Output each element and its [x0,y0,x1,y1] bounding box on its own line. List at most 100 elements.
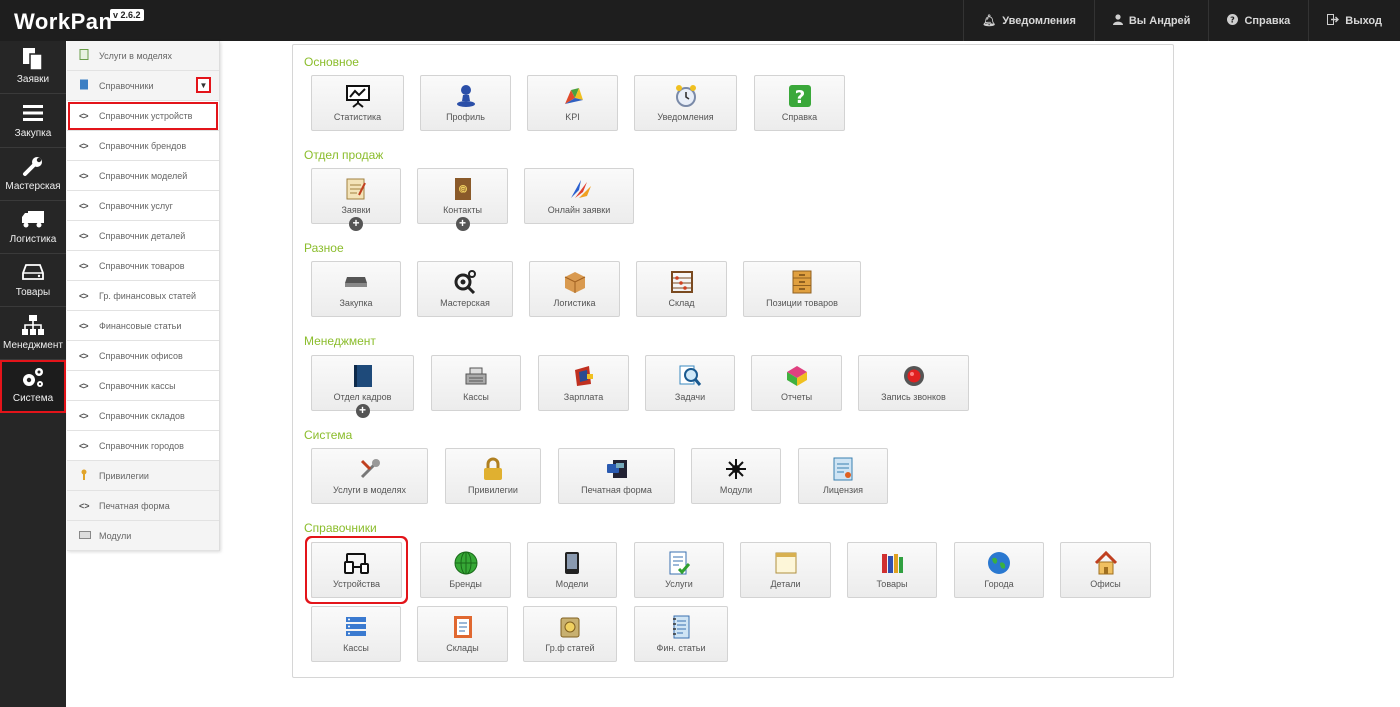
section-title-directories: Справочники [304,521,377,535]
tile-contacts[interactable]: @ Контакты + [417,168,508,231]
submenu-item-privileges[interactable]: Привилегии [67,461,219,491]
logout-icon [1327,13,1340,28]
tile-models[interactable]: Модели [527,542,617,598]
tile-online-requests[interactable]: Онлайн заявки [524,168,634,224]
notifications-link[interactable]: 🔔︎ Уведомления [963,0,1094,41]
tile-salary[interactable]: Зарплата [538,355,629,411]
submenu-item-warehouses-directory[interactable]: <> Справочник складов [67,401,219,431]
tile-cities[interactable]: Города [954,542,1044,598]
blue-book-icon [312,364,413,388]
submenu-item-services-directory[interactable]: <> Справочник услуг [67,191,219,221]
user-icon [1112,13,1123,28]
submenu-item-goods-directory[interactable]: <> Справочник товаров [67,251,219,281]
tile-help[interactable]: ? Справка [754,75,845,131]
sidebar-item-workshop[interactable]: Мастерская [0,148,66,201]
tile-statistics[interactable]: Статистика [311,75,404,131]
sidebar-item-management[interactable]: Менеджмент [0,307,66,360]
submenu-item-services-in-models[interactable]: Услуги в моделях [67,41,219,71]
tile-modules[interactable]: Модули [691,448,781,504]
help-question-icon: ? [755,84,844,108]
tile-print-form[interactable]: Печатная форма [558,448,675,504]
submenu-item-offices-directory[interactable]: <> Справочник офисов [67,341,219,371]
tile-call-recording[interactable]: Запись звонков [858,355,969,411]
abacus-icon [637,270,726,294]
tile-services[interactable]: Услуги [634,542,724,598]
code-icon: <> [79,140,89,151]
bell-icon: 🔔︎ [982,15,997,27]
submenu-item-devices-directory[interactable]: <> Справочник устройств [67,101,219,131]
tile-tasks[interactable]: Задачи [645,355,735,411]
tile-devices[interactable]: Устройства [311,542,402,598]
help-label: Справка [1244,14,1291,27]
tile-kpi[interactable]: KPI [527,75,618,131]
tile-goods[interactable]: Товары [847,542,937,598]
tile-product-positions[interactable]: Позиции товаров [743,261,861,317]
box-icon [530,270,619,294]
sidebar-item-logistics[interactable]: Логистика [0,201,66,254]
submenu-item-directories[interactable]: Справочники ▼ [67,71,219,101]
tile-purchase[interactable]: Закупка [311,261,401,317]
tile-cash-registers[interactable]: Кассы [431,355,521,411]
logout-link[interactable]: Выход [1308,0,1400,41]
wrench-icon [0,154,66,178]
tile-workshop[interactable]: Мастерская [417,261,513,317]
submenu-item-print-form[interactable]: <> Печатная форма [67,491,219,521]
tile-logistics[interactable]: Логистика [529,261,620,317]
tile-profile[interactable]: Профиль [420,75,511,131]
wallet-icon [539,364,628,388]
tile-cash-directory[interactable]: Кассы [311,606,401,662]
tile-warehouse[interactable]: Склад [636,261,727,317]
lock-icon [446,457,540,481]
tile-finance-articles[interactable]: Фин. статьи [634,606,728,662]
add-request-button[interactable]: + [349,217,363,231]
add-contact-button[interactable]: + [455,217,470,231]
submenu-item-modules[interactable]: Модули [67,521,219,551]
help-link[interactable]: ? Справка [1208,0,1308,41]
svg-text:@: @ [459,186,466,194]
add-employee-button[interactable]: + [355,404,370,418]
sidebar-item-system[interactable]: Система [0,360,66,413]
section-title-main: Основное [304,55,359,69]
tile-brands[interactable]: Бренды [420,542,511,598]
tile-finance-groups[interactable]: Гр.ф статей [523,606,617,662]
question-icon: ? [1227,13,1239,28]
sidebar-item-requests[interactable]: Заявки [0,41,66,94]
tile-offices[interactable]: Офисы [1060,542,1151,598]
submenu-item-brands-directory[interactable]: <> Справочник брендов [67,131,219,161]
submenu-item-finance-groups[interactable]: <> Гр. финансовых статей [67,281,219,311]
submenu-item-finance-articles[interactable]: <> Финансовые статьи [67,311,219,341]
doc-icon [79,49,97,62]
keyboard-icon [79,530,97,541]
earth-globe-icon [955,551,1043,575]
submenu-item-cities-directory[interactable]: <> Справочник городов [67,431,219,461]
sidebar-item-goods[interactable]: Товары [0,254,66,307]
tile-license[interactable]: Лицензия [798,448,888,504]
code-icon: <> [79,410,89,421]
search-document-icon [646,364,734,388]
tile-notifications[interactable]: Уведомления [634,75,737,131]
note-icon [741,551,830,575]
app-logo[interactable]: WorkPan [14,9,112,35]
chevron-down-icon[interactable]: ▼ [196,77,211,93]
color-cube-icon [752,364,841,388]
tools-icon [312,457,427,481]
submenu-item-models-directory[interactable]: <> Справочник моделей [67,161,219,191]
tile-parts[interactable]: Детали [740,542,831,598]
tile-reports[interactable]: Отчеты [751,355,842,411]
tile-services-in-models[interactable]: Услуги в моделях [311,448,428,504]
version-badge: v 2.6.2 [110,9,144,21]
submenu-item-cash-directory[interactable]: <> Справочник кассы [67,371,219,401]
record-button-icon [859,364,968,388]
submenu-item-parts-directory[interactable]: <> Справочник деталей [67,221,219,251]
online-brand-icon [525,177,633,201]
user-link[interactable]: Вы Андрей [1093,0,1209,41]
sidebar-item-purchase[interactable]: Закупка [0,95,66,148]
tile-hr-department[interactable]: Отдел кадров + [311,355,414,418]
system-submenu: Услуги в моделях Справочники ▼ <> Справо… [67,41,220,551]
notepad-icon [312,177,400,201]
tile-warehouses[interactable]: Склады [417,606,508,662]
alarm-clock-icon [635,84,736,108]
tile-sales-requests[interactable]: Заявки + [311,168,401,231]
logout-label: Выход [1345,14,1382,27]
tile-privileges[interactable]: Привилегии [445,448,541,504]
